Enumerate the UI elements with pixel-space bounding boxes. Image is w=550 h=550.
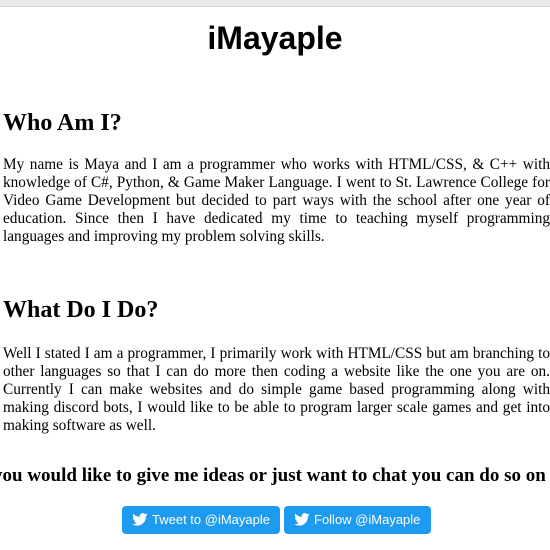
twitter-buttons: Tweet to @iMayaple Follow @iMayaple [0, 506, 550, 534]
follow-button[interactable]: Follow @iMayaple [284, 506, 431, 534]
who-am-i-text: My name is Maya and I am a programmer wh… [3, 156, 550, 245]
who-am-i-heading: Who Am I? [3, 110, 122, 136]
twitter-bird-icon [132, 513, 148, 526]
twitter-bird-icon [294, 513, 310, 526]
tweet-to-button[interactable]: Tweet to @iMayaple [122, 506, 280, 534]
contact-callout: you would like to give me ideas or just … [0, 465, 550, 486]
browser-top-edge [0, 0, 550, 7]
follow-label: Follow @iMayaple [314, 512, 421, 527]
what-do-i-do-heading: What Do I Do? [3, 297, 159, 323]
what-do-i-do-text: Well I stated I am a programmer, I prima… [3, 345, 550, 434]
site-title: iMayaple [207, 20, 343, 56]
tweet-to-label: Tweet to @iMayaple [152, 512, 270, 527]
